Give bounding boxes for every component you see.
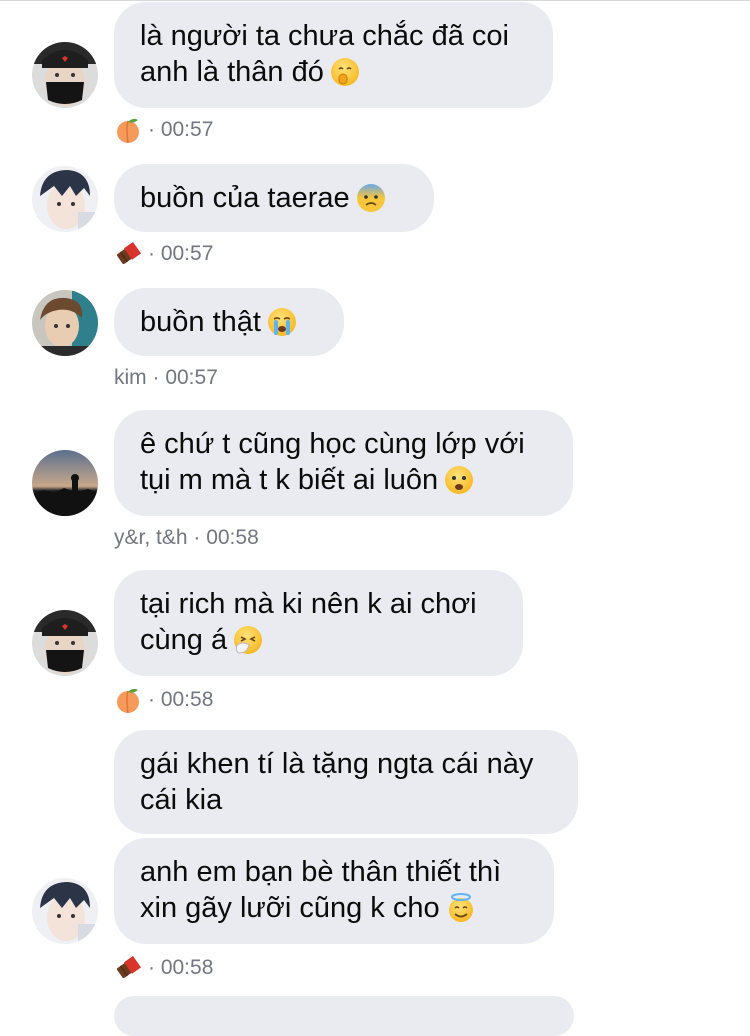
meta-timestamp: · 00:57 — [148, 118, 214, 141]
message-meta: y&r, t&h · 00:58 — [114, 526, 259, 550]
sneezing-face-emoji-icon — [234, 626, 263, 654]
meta-timestamp: · 00:58 — [148, 688, 214, 711]
meta-reader-timestamp: kim · 00:57 — [114, 366, 218, 389]
message-bubble[interactable]: buồn của taerae — [114, 164, 434, 232]
message-bubble[interactable]: anh em bạn bè thân thiết thì xin gãy lưỡ… — [114, 838, 554, 944]
message-meta: · 00:57 — [114, 116, 213, 144]
message-line: ê chứ t cũng học cùng lớp với — [140, 428, 525, 460]
message-bubble[interactable]: ê chứ t cũng học cùng lớp với tụi m mà t… — [114, 410, 573, 516]
message-line: tụi m mà t k biết ai luôn — [140, 464, 439, 496]
message-line: là người ta chưa chắc đã coi — [140, 20, 509, 52]
message-line: cái kia — [140, 784, 223, 816]
message-bubble[interactable]: gái khen tí là tặng ngta cái này cái kia — [114, 730, 578, 834]
chocolate-bar-icon — [116, 241, 142, 265]
meta-reader-timestamp: y&r, t&h · 00:58 — [114, 526, 259, 549]
avatar-white-hair-user[interactable] — [32, 166, 98, 232]
shushing-face-emoji-icon — [330, 58, 359, 86]
smiling-face-with-halo-emoji-icon — [448, 893, 473, 922]
message-line: xin gãy lưỡi cũng k cho — [140, 892, 440, 924]
message-line: tại rich mà ki nên k ai chơi — [140, 588, 477, 620]
message-meta: · 00:57 — [114, 240, 213, 268]
message-bubble[interactable]: buồn thật — [114, 288, 344, 356]
avatar-masked-user[interactable] — [32, 610, 98, 676]
meta-timestamp: · 00:58 — [148, 956, 214, 979]
top-divider — [0, 0, 750, 1]
message-meta: · 00:58 — [114, 954, 213, 982]
crying-face-emoji-icon — [267, 308, 296, 336]
avatar-sunset-user[interactable] — [32, 450, 98, 516]
message-line: cùng á — [140, 624, 228, 656]
message-bubble[interactable]: tại rich mà ki nên k ai chơi cùng á — [114, 570, 523, 676]
message-meta: kim · 00:57 — [114, 366, 218, 390]
message-meta: · 00:58 — [114, 686, 213, 714]
message-line: buồn thật — [140, 306, 261, 338]
peach-icon — [117, 118, 139, 144]
avatar-kim[interactable] — [32, 290, 98, 356]
message-line: anh em bạn bè thân thiết thì — [140, 856, 502, 888]
message-bubble[interactable]: là người ta chưa chắc đã coi anh là thân… — [114, 2, 553, 108]
message-line: buồn của taerae — [140, 182, 350, 214]
peach-icon — [117, 688, 139, 714]
avatar-white-hair-user[interactable] — [32, 878, 98, 944]
anxious-face-emoji-icon — [356, 184, 385, 212]
chocolate-bar-icon — [116, 955, 142, 979]
message-bubble-partial[interactable] — [114, 996, 574, 1036]
avatar-masked-user[interactable] — [32, 42, 98, 108]
frowning-face-emoji-icon — [445, 466, 474, 494]
meta-timestamp: · 00:57 — [148, 242, 214, 265]
message-line: gái khen tí là tặng ngta cái này — [140, 748, 534, 780]
message-line: anh là thân đó — [140, 56, 324, 88]
